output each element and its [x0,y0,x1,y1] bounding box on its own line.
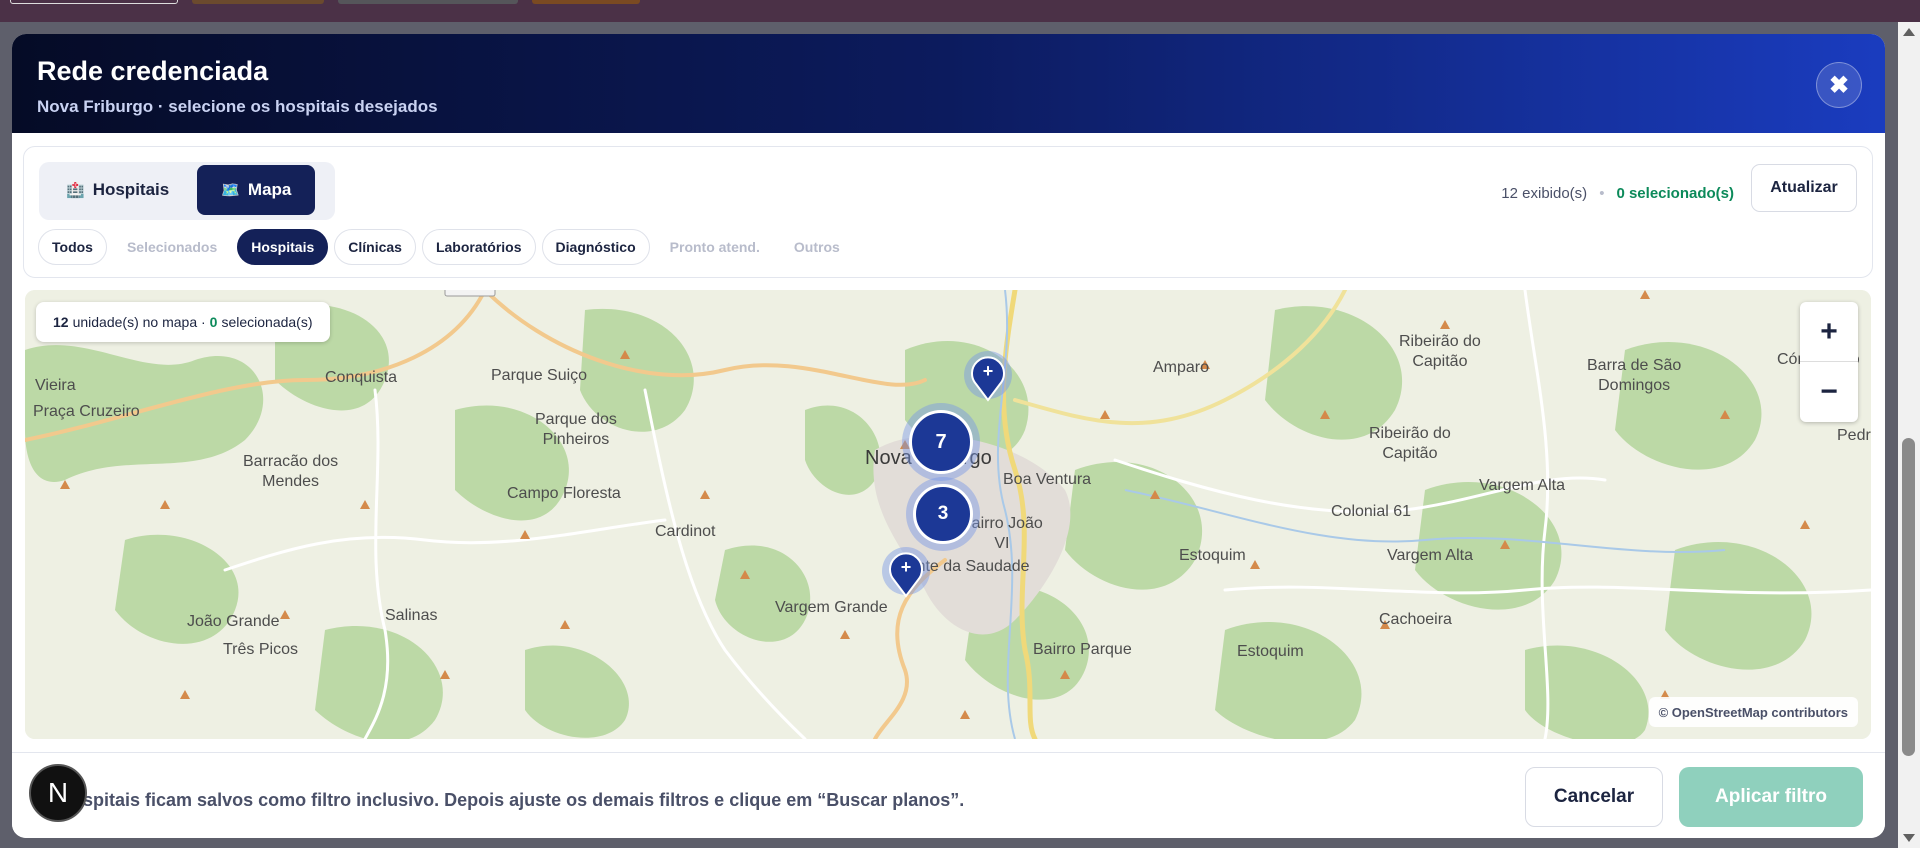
map-label-tres-picos: Três Picos [223,641,298,658]
map-label-parque-pinheiros: Parque dos Pinheiros [535,411,617,448]
plus-icon: + [982,361,994,381]
map-info-badge: 12 unidade(s) no mapa · 0 selecionada(s) [36,302,330,342]
close-button[interactable]: ✖ [1816,62,1862,108]
background-chip [192,0,324,4]
map-label-bairro-parque: Bairro Parque [1033,641,1132,658]
filter-chips: Todos Selecionados Hospitais Clínicas La… [38,229,854,265]
map-label-vargem-alta: Vargem Alta [1479,477,1565,494]
map-label-vieira: Vieira [35,377,76,394]
map-attribution[interactable]: © OpenStreetMap contributors [1648,697,1858,727]
chip-hospitais[interactable]: Hospitais [237,229,329,265]
map-unit-label: unidade(s) no mapa · [72,314,206,330]
map-selected-label: selecionada(s) [221,314,313,330]
hospital-icon: 🏥 [66,182,85,199]
credentialed-network-modal: Rede credenciada Nova Friburgo · selecio… [12,34,1885,838]
selected-count: 0 selecionado(s) [1616,185,1734,202]
map-label-barra-sao-domingos: Barra de São Domingos [1587,357,1682,394]
map-selected-count: 0 [209,314,218,330]
map-label-parque-suico: Parque Suiço [491,367,588,384]
stats-separator: • [1599,185,1605,202]
modal-title: Rede credenciada [37,56,269,86]
map-label-colonial: Colonial 61 [1331,503,1412,520]
scroll-up-arrow-icon[interactable] [1903,28,1915,36]
result-stats: 12 exibido(s) • 0 selecionado(s) [1501,185,1734,202]
background-chip [532,0,640,4]
map-label-praca-cruzeiro: Praça Cruzeiro [33,403,140,420]
avatar[interactable]: N [29,764,87,822]
marker-cluster[interactable]: 7 [909,410,973,474]
map-label-estoquim: Estoquim [1179,547,1246,564]
map-label-cardinot: Cardinot [655,523,716,540]
map-label-estoquim-2: Estoquim [1237,643,1304,660]
modal-subtitle: Nova Friburgo · selecione os hospitais d… [37,97,438,116]
map-label-conquista: Conquista [325,369,398,386]
shown-count: 12 exibido(s) [1501,185,1588,202]
chip-pronto-atendimento[interactable]: Pronto atend. [655,229,774,265]
map-label-salinas: Salinas [385,607,438,624]
view-tabs: 🏥 Hospitais 🗺️ Mapa [39,162,335,220]
cancel-button[interactable]: Cancelar [1525,767,1663,827]
map-label-vargem-grande: Vargem Grande [775,599,888,616]
map-label-barracao: Barracão dos Mendes [243,453,339,490]
map-label-ribeirao-capitao: Ribeirão do Capitão [1399,333,1481,370]
chip-selecionados[interactable]: Selecionados [112,229,232,265]
background-chip [338,0,518,4]
map-label-pedra: Pedr [1837,427,1871,444]
tab-label: Mapa [247,180,292,199]
marker-cluster[interactable]: 3 [913,484,973,544]
map-view[interactable]: Vieira Praça Cruzeiro Conquista Parque S… [25,290,1871,739]
page-scrollbar[interactable] [1898,22,1920,848]
map-icon: 🗺️ [221,182,240,199]
chip-outros[interactable]: Outros [779,229,854,265]
modal-header: Rede credenciada Nova Friburgo · selecio… [12,34,1885,133]
map-label-ribeirao-capitao-2: Ribeirão do Capitão [1369,425,1451,462]
map-label-cachoeira: Cachoeira [1379,611,1452,628]
close-icon: ✖ [1828,71,1850,99]
map-label-bairro-joao: Bairro João VI [961,515,1043,552]
tab-mapa[interactable]: 🗺️ Mapa [197,165,316,215]
zoom-control: + − [1800,302,1858,422]
zoom-in-button[interactable]: + [1800,302,1858,362]
toolbar-card: 🏥 Hospitais 🗺️ Mapa 12 exibido(s) • 0 se… [23,146,1873,278]
chip-todos[interactable]: Todos [38,229,107,265]
hospital-marker-pin[interactable]: + [881,546,931,598]
zoom-out-button[interactable]: − [1800,362,1858,422]
map-unit-count: 12 [53,314,69,330]
map-label-joao-grande: João Grande [187,613,280,630]
map-label-boa-ventura: Boa Ventura [1003,471,1092,488]
footer-note: ospitais ficam salvos como filtro inclus… [72,790,965,810]
chip-clinicas[interactable]: Clínicas [334,229,416,265]
hospital-marker-pin[interactable]: + [963,350,1013,402]
map-label-campo-floresta: Campo Floresta [507,485,621,502]
refresh-button[interactable]: Atualizar [1751,164,1857,212]
scroll-down-arrow-icon[interactable] [1903,834,1915,842]
scroll-thumb[interactable] [1902,438,1915,756]
map-label-vargem-alta-2: Vargem Alta [1387,547,1473,564]
plus-icon: + [900,557,912,577]
apply-filter-button[interactable]: Aplicar filtro [1679,767,1863,827]
background-page-strip [0,0,1920,22]
chip-laboratorios[interactable]: Laboratórios [421,229,536,265]
tab-label: Hospitais [92,180,170,199]
chip-diagnostico[interactable]: Diagnóstico [541,229,650,265]
tab-hospitais[interactable]: 🏥 Hospitais [42,165,193,215]
modal-footer: ospitais ficam salvos como filtro inclus… [12,752,1885,838]
background-chip [10,0,178,4]
map-label-amparo: Amparo [1153,359,1210,376]
